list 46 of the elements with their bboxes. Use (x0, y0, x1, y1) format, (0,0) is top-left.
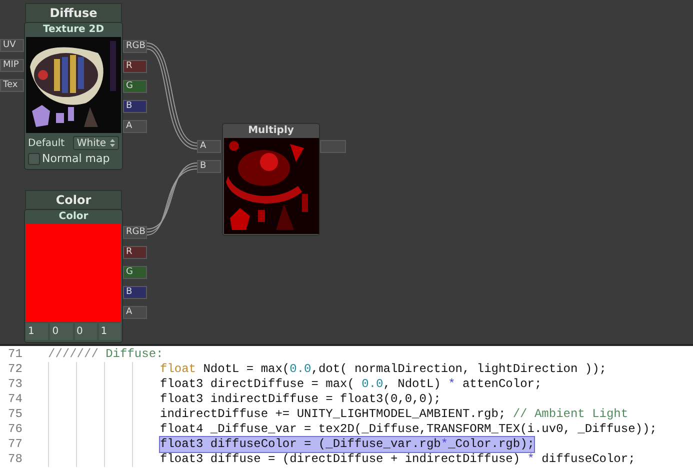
output-port[interactable]: RGB (123, 226, 147, 239)
code-line: /////// Diffuse: (48, 347, 164, 362)
value-field[interactable]: 0 (74, 323, 97, 340)
line-number: 77 (7, 437, 24, 452)
node-subtitle: Texture 2D (42, 23, 106, 37)
color-swatch[interactable] (26, 224, 121, 322)
value-field[interactable]: 1 (26, 323, 48, 340)
node-subtitle: Color (58, 210, 90, 224)
output-port[interactable]: G (123, 80, 147, 93)
output-port[interactable]: RGB (123, 40, 147, 53)
line-number: 73 (7, 377, 24, 392)
node-title: Diffuse (25, 3, 122, 22)
value-field[interactable]: 1 (98, 323, 121, 340)
output-port[interactable]: A (123, 306, 147, 319)
line-number: 76 (7, 422, 24, 437)
code-line: float3 diffuse = (directDiffuse + indirectDiffuse) * diffuseColor; (160, 452, 636, 467)
output-port[interactable]: R (123, 60, 147, 73)
code-line: float4 _Diffuse_var = tex2D(_Diffuse,TRANSFORM_TEX(i.uv0, _Diffuse)); (160, 422, 657, 437)
line-number: 78 (7, 452, 24, 467)
code-line: indirectDiffuse += UNITY_LIGHTMODEL_AMBIENT.rgb; // Ambient Light (160, 407, 628, 422)
default-dropdown[interactable]: White (72, 136, 119, 150)
output-port[interactable]: A (123, 120, 147, 133)
output-port[interactable]: R (123, 246, 147, 259)
node-title: Color (25, 190, 122, 209)
input-port[interactable]: UV (0, 39, 24, 52)
line-number: 75 (7, 407, 24, 422)
line-number: 74 (7, 392, 24, 407)
output-port[interactable] (320, 140, 346, 153)
default-label: Default (28, 138, 65, 148)
line-number: 72 (7, 362, 24, 377)
output-port[interactable]: G (123, 266, 147, 279)
node-subtitle: Multiply (247, 124, 295, 138)
normal-map-label: Normal map (42, 152, 110, 165)
input-port[interactable]: A (197, 140, 221, 153)
normal-map-checkbox[interactable] (28, 152, 40, 164)
value-field[interactable]: 0 (50, 323, 72, 340)
input-port[interactable]: MIP (0, 59, 24, 72)
code-line: float3 indirectDiffuse = float3(0,0,0); (160, 392, 441, 407)
caret-icon (110, 139, 115, 147)
line-number: 71 (7, 347, 24, 362)
input-port[interactable]: B (197, 160, 221, 173)
output-port[interactable]: B (123, 286, 147, 299)
code-line: float NdotL = max(0.0,dot( normalDirection, lightDirection )); (160, 362, 606, 377)
input-port[interactable]: Tex (0, 79, 24, 92)
output-port[interactable]: B (123, 100, 147, 113)
code-line: float3 directDiffuse = max( 0.0, NdotL) * attenColor; (160, 377, 542, 392)
